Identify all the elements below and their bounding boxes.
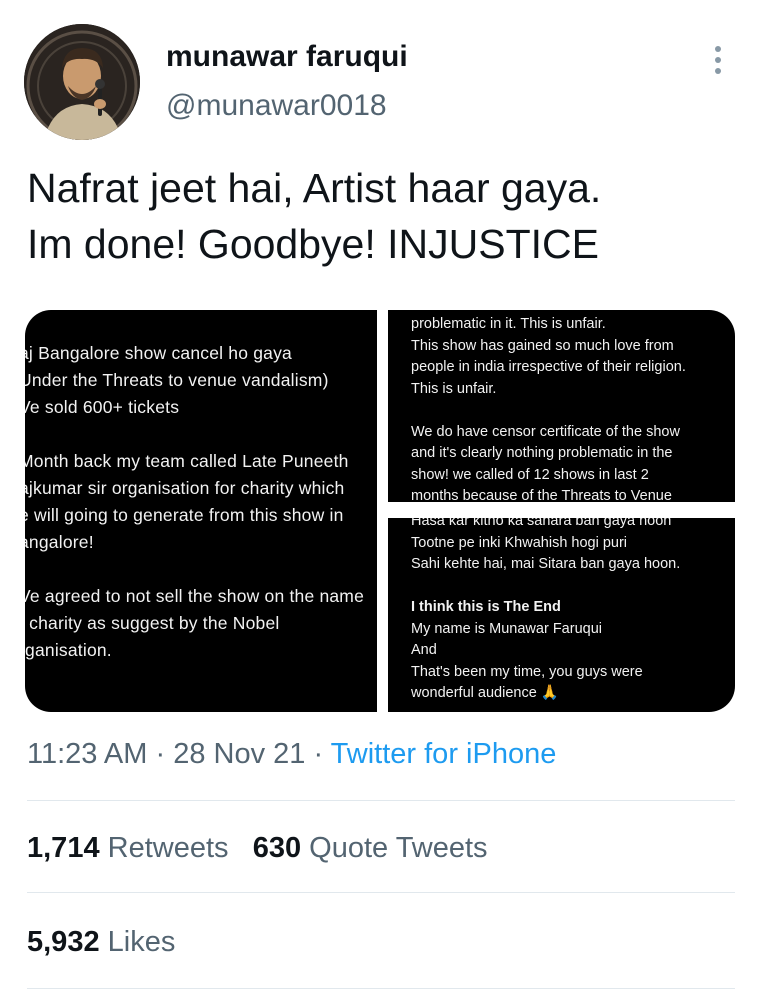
image-text-line: Hasa kar kitno ka sahara ban gaya hoon <box>411 518 672 529</box>
image-text-line: rganisation. <box>25 640 112 660</box>
image-text-line: Ve sold 600+ tickets <box>25 397 180 417</box>
likes-stat[interactable]: 5,932 Likes <box>27 926 175 959</box>
image-text-line: show! we called of 12 shows in last 2 <box>411 466 649 483</box>
image-text-line: Sahi kehte hai, mai Sitara ban gaya hoon… <box>411 556 681 572</box>
quotes-label: Quote Tweets <box>309 832 488 864</box>
image-text-line: I think this is The End <box>411 599 561 615</box>
tweet-date[interactable]: 28 Nov 21 <box>173 738 305 770</box>
more-vertical-icon[interactable] <box>704 40 732 80</box>
image-text-line: e will going to generate from this show … <box>25 505 344 525</box>
tweet-image-3[interactable]: Hasa kar kitno ka sahara ban gaya hoon T… <box>388 518 735 712</box>
image-text-line: Under the Threats to venue vandalism) <box>25 370 329 390</box>
image-text-line: My name is Munawar Faruqui <box>411 620 602 637</box>
image-text-line: aj Bangalore show cancel ho gaya <box>25 343 292 363</box>
quote-tweets-stat[interactable]: 630 Quote Tweets <box>253 832 488 864</box>
tweet-time[interactable]: 11:23 AM <box>27 738 147 770</box>
author-name[interactable]: munawar faruqui <box>166 40 408 74</box>
image-text-line: We do have censor certificate of the sho… <box>411 423 680 440</box>
image-text-line: people in india irrespective of their re… <box>411 359 686 375</box>
image-text-line: ajkumar sir organisation for charity whi… <box>25 478 345 498</box>
image-text-line: Month back my team called Late Puneeth <box>25 451 349 471</box>
likes-count: 5,932 <box>27 926 100 958</box>
tweet-source-link[interactable]: Twitter for iPhone <box>331 738 557 770</box>
more-dot <box>715 46 721 52</box>
image-text-line: months because of the Threats to Venue <box>411 488 672 502</box>
image-text-line: This show has gained so much love from <box>411 337 674 354</box>
image-text-line: angalore! <box>25 532 94 552</box>
engagement-stats: 1,714 Retweets 630 Quote Tweets <box>27 832 488 865</box>
divider <box>27 988 735 989</box>
likes-label: Likes <box>107 926 176 958</box>
tweet-text-line: Im done! Goodbye! INJUSTICE <box>27 221 599 267</box>
quotes-count: 630 <box>252 832 302 864</box>
tweet-text-line: Nafrat jeet hai, Artist haar gaya. <box>27 165 602 211</box>
image-text-line: That's been my time, you guys were <box>411 663 643 680</box>
image-text-line: f charity as suggest by the Nobel <box>25 613 280 633</box>
divider <box>27 800 735 801</box>
image-text-line: Tootne pe inki Khwahish hogi puri <box>411 534 628 551</box>
image-text-line: wonderful audience 🙏 <box>411 685 559 701</box>
divider <box>27 892 735 893</box>
image-text-line: And <box>411 642 437 658</box>
image-text-line: and it's clearly nothing problematic in … <box>411 445 673 461</box>
avatar[interactable] <box>24 24 140 140</box>
tweet-image-2[interactable]: problematic in it. This is unfair. This … <box>388 310 735 502</box>
meta-separator: · <box>313 738 324 770</box>
retweets-count: 1,714 <box>27 832 100 864</box>
meta-separator: · <box>155 738 166 770</box>
image-text-line: Ve agreed to not sell the show on the na… <box>25 586 365 606</box>
more-dot <box>715 68 721 74</box>
retweets-label: Retweets <box>107 832 229 864</box>
retweets-stat[interactable]: 1,714 Retweets <box>27 832 229 864</box>
image-text-line: This is unfair. <box>411 380 497 397</box>
tweet-text: Nafrat jeet hai, Artist haar gaya. Im do… <box>27 160 737 272</box>
author-handle[interactable]: @munawar0018 <box>166 89 387 123</box>
tweet-meta: 11:23 AM · 28 Nov 21 · Twitter for iPhon… <box>27 738 556 771</box>
more-dot <box>715 57 721 63</box>
avatar-photo <box>24 24 140 140</box>
tweet-image-1[interactable]: aj Bangalore show cancel ho gaya Under t… <box>25 310 377 712</box>
image-text-line: problematic in it. This is unfair. <box>411 316 606 332</box>
